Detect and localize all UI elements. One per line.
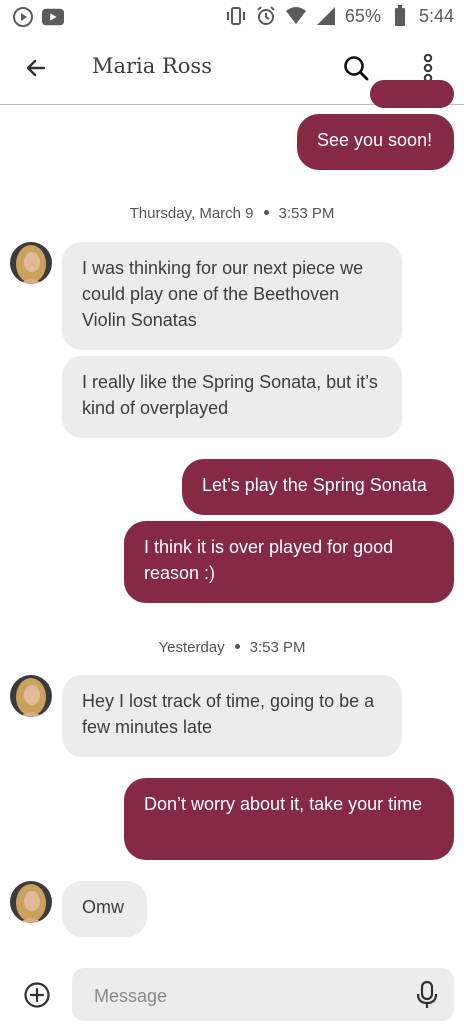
more-vert-icon (423, 54, 433, 82)
message-bubble-incoming[interactable]: Hey I lost track of time, going to be a … (62, 675, 402, 757)
arrow-back-icon (26, 59, 46, 77)
conversation-title[interactable]: Maria Ross (92, 54, 212, 78)
message-bubble-incoming[interactable]: I was thinking for our next piece we cou… (62, 242, 402, 350)
add-attachment-button[interactable] (19, 977, 55, 1013)
message-bubble-outgoing-partial[interactable] (370, 80, 454, 108)
wifi-icon (285, 5, 307, 27)
battery-percent: 65% (344, 5, 381, 26)
status-bar-notifications (12, 6, 64, 28)
message-input[interactable] (92, 982, 396, 1010)
avatar[interactable] (10, 242, 52, 284)
contact-photo-icon (10, 675, 52, 717)
contact-photo-icon (10, 242, 52, 284)
back-button[interactable] (18, 50, 54, 86)
time-label: 3:53 PM (278, 205, 335, 222)
clock: 5:44 (418, 5, 454, 26)
add-circle-icon (24, 982, 50, 1008)
voice-input-button[interactable] (410, 978, 444, 1012)
message-bubble-incoming[interactable]: Omw (62, 881, 147, 937)
youtube-notification-icon (42, 6, 64, 28)
status-bar: 65% 5:44 (0, 0, 464, 32)
message-bubble-outgoing[interactable]: Let’s play the Spring Sonata (182, 459, 454, 515)
microphone-icon (416, 980, 438, 1008)
avatar[interactable] (10, 881, 52, 923)
date-divider: Yesterday 3:53 PM (0, 639, 464, 656)
search-button[interactable] (336, 48, 376, 88)
separator-dot (263, 210, 269, 215)
contact-photo-icon (10, 881, 52, 923)
alarm-icon (255, 5, 277, 27)
time-label: 3:53 PM (249, 639, 306, 656)
message-bubble-outgoing[interactable]: Don’t worry about it, take your time (124, 778, 454, 860)
message-bubble-incoming[interactable]: I really like the Spring Sonata, but it’… (62, 356, 402, 438)
date-divider: Thursday, March 9 3:53 PM (0, 205, 464, 222)
message-bubble-outgoing[interactable]: See you soon! (297, 114, 454, 170)
separator-dot (234, 644, 240, 649)
vibrate-icon (225, 5, 247, 27)
cell-signal-icon (315, 5, 337, 27)
date-label: Thursday, March 9 (129, 205, 254, 222)
music-notification-icon (12, 6, 34, 28)
battery-icon (389, 5, 411, 27)
search-icon (344, 56, 369, 81)
message-compose-box (72, 968, 454, 1021)
message-bubble-outgoing[interactable]: I think it is over played for good reaso… (124, 521, 454, 603)
avatar[interactable] (10, 675, 52, 717)
status-bar-system: 65% 5:44 (225, 5, 454, 27)
date-label: Yesterday (158, 639, 225, 656)
